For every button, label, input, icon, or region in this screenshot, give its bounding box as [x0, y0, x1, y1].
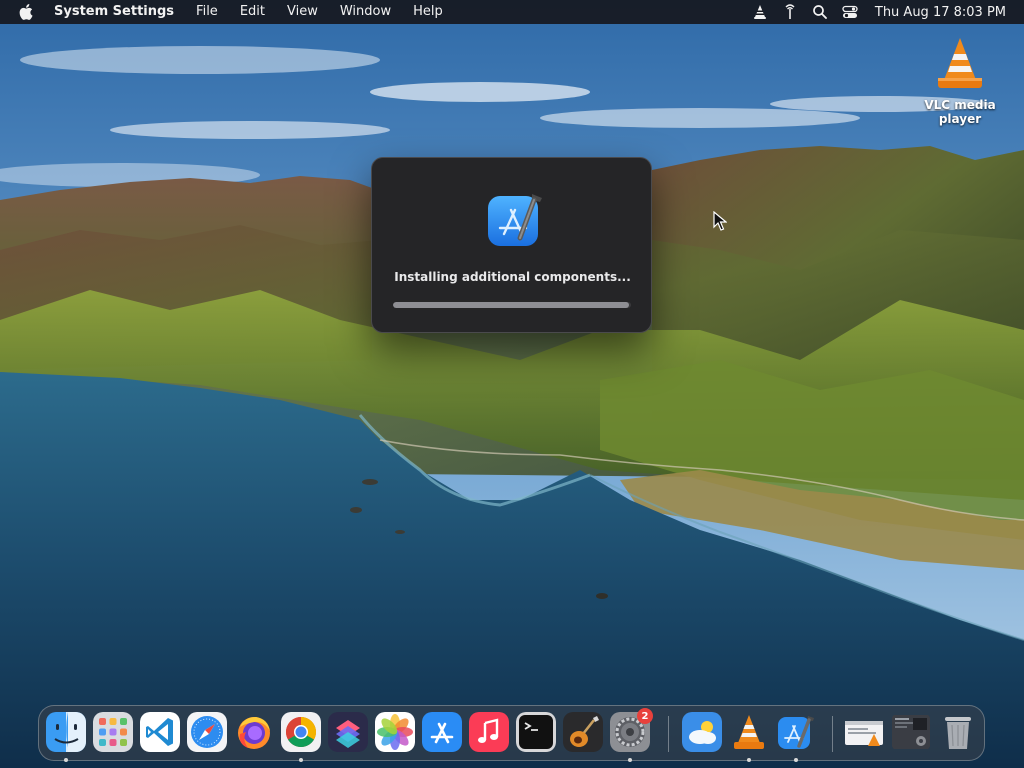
menu-view[interactable]: View [276, 0, 329, 24]
launchpad-icon [93, 712, 133, 752]
dock-item-vscode[interactable] [140, 712, 180, 756]
photos-icon [375, 712, 415, 752]
dock-item-photos[interactable] [375, 712, 415, 756]
running-indicator [628, 758, 632, 762]
search-icon[interactable] [805, 0, 835, 24]
vscode-icon [140, 712, 180, 752]
dock-item-garageband[interactable] [563, 712, 603, 756]
dock-item-safari[interactable] [187, 712, 227, 756]
dock-item-vlc[interactable] [729, 712, 769, 762]
trash-icon [938, 712, 978, 752]
dock-item-screenshots-stack[interactable] [891, 712, 931, 756]
menu-file[interactable]: File [185, 0, 229, 24]
running-indicator [794, 758, 798, 762]
dock-item-app-store[interactable] [422, 712, 462, 756]
music-icon [469, 712, 509, 752]
control-center-icon[interactable] [835, 0, 865, 24]
app-menu-system-settings[interactable]: System Settings [50, 0, 185, 24]
mouse-pointer-icon [713, 211, 727, 231]
dock-item-trash[interactable] [938, 712, 978, 756]
garageband-icon [563, 712, 603, 752]
dock-item-launchpad[interactable] [93, 712, 133, 756]
dock-item-weather[interactable] [682, 712, 722, 756]
xcode-icon [776, 712, 816, 752]
dock-item-chrome[interactable] [281, 712, 321, 762]
vlc-icon[interactable] [745, 0, 775, 24]
dock-item-finder[interactable] [46, 712, 86, 762]
menu-edit[interactable]: Edit [229, 0, 276, 24]
vlc-cone-icon [729, 712, 769, 752]
running-indicator [64, 758, 68, 762]
terminal-icon [516, 712, 556, 752]
antenna-icon[interactable] [775, 0, 805, 24]
menubar-status-area: Thu Aug 17 8:03 PM [745, 0, 1024, 24]
finder-icon [46, 712, 86, 752]
dock: 2 [38, 705, 985, 762]
shortcuts-icon [328, 712, 368, 752]
running-indicator [299, 758, 303, 762]
notification-badge: 2 [637, 708, 653, 724]
desktop-wallpaper [0, 0, 1024, 768]
menu-window[interactable]: Window [329, 0, 402, 24]
dock-separator [668, 716, 669, 752]
running-indicator [747, 758, 751, 762]
dock-item-shortcuts[interactable] [328, 712, 368, 756]
dock-item-terminal[interactable] [516, 712, 556, 756]
app-store-icon [422, 712, 462, 752]
safari-icon [187, 712, 227, 752]
dock-item-downloads-stack[interactable] [844, 712, 884, 756]
dialog-message: Installing additional components... [394, 270, 631, 284]
apple-menu-icon[interactable] [16, 2, 36, 22]
dock-item-music[interactable] [469, 712, 509, 756]
downloads-stack-icon [844, 712, 884, 752]
xcode-icon [484, 188, 548, 252]
desktop-icon-vlc[interactable]: VLC media player [902, 34, 1018, 126]
dock-item-system-settings[interactable]: 2 [610, 708, 653, 762]
dock-separator [832, 716, 833, 752]
desktop-icon-label: VLC media player [924, 98, 996, 126]
weather-icon [682, 712, 722, 752]
install-progress-fill [393, 302, 629, 308]
vlc-cone-icon [930, 34, 990, 94]
menu-bar: System Settings File Edit View Window He… [0, 0, 1024, 24]
dock-item-firefox[interactable] [234, 712, 274, 756]
firefox-icon [234, 712, 274, 752]
installing-components-dialog: Installing additional components... [371, 157, 652, 333]
menubar-clock[interactable]: Thu Aug 17 8:03 PM [865, 5, 1024, 20]
install-progress-bar [393, 302, 631, 308]
menu-help[interactable]: Help [402, 0, 454, 24]
dock-item-xcode[interactable] [776, 712, 816, 762]
screenshots-stack-icon [891, 712, 931, 752]
chrome-icon [281, 712, 321, 752]
